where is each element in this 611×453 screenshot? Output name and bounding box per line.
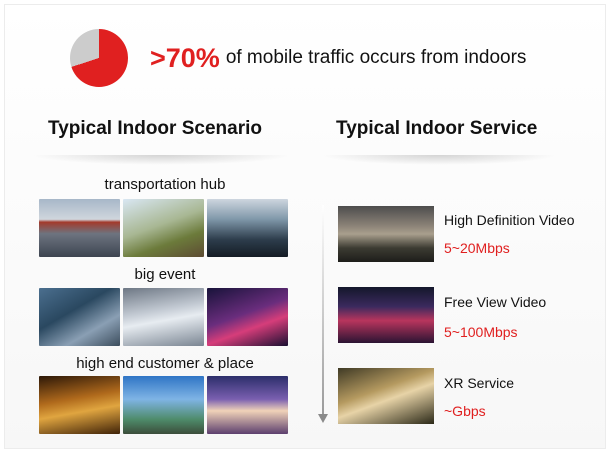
scenario-label-high-end: high end customer & place: [76, 355, 254, 372]
headline-text: of mobile traffic occurs from indoors: [225, 47, 527, 68]
indoor-traffic-pie-chart: [70, 29, 128, 87]
headline: >70% of mobile traffic occurs from indoo…: [70, 28, 526, 88]
service-title-divider: [320, 155, 558, 165]
service-name-xr: XR Service: [444, 375, 515, 391]
hotel-lobby-photo: [39, 376, 120, 434]
hd-video-photo: [338, 206, 434, 262]
scenario-photo-row-transportation-hub: [39, 199, 288, 257]
exhibition-center-photo: [39, 288, 120, 346]
scenario-title-divider: [30, 155, 292, 165]
service-column-title: Typical Indoor Service: [336, 118, 538, 139]
scenario-label-transportation-hub: transportation hub: [104, 176, 226, 193]
scenario-label-big-event: big event: [134, 266, 196, 283]
scenario-photo-row-high-end: [39, 376, 288, 434]
transit-hall-photo: [207, 199, 288, 257]
service-rate-free-view-video: 5~100Mbps: [444, 324, 518, 340]
concert-photo: [207, 288, 288, 346]
stadium-photo: [123, 288, 204, 346]
headline-percent: >70%: [150, 42, 220, 73]
office-tower-photo: [123, 376, 204, 434]
service-name-hd-video: High Definition Video: [444, 212, 575, 228]
arrow-down-icon: [318, 414, 328, 423]
service-timeline-line: [322, 205, 324, 415]
service-name-free-view-video: Free View Video: [444, 294, 547, 310]
service-rate-xr: ~Gbps: [444, 403, 486, 419]
train-station-photo: [39, 199, 120, 257]
free-view-video-photo: [338, 287, 434, 343]
airport-terminal-photo: [123, 199, 204, 257]
xr-service-photo: [338, 368, 434, 424]
shopping-mall-photo: [207, 376, 288, 434]
service-rate-hd-video: 5~20Mbps: [444, 240, 510, 256]
scenario-column-title: Typical Indoor Scenario: [48, 118, 262, 139]
scenario-photo-row-big-event: [39, 288, 288, 346]
